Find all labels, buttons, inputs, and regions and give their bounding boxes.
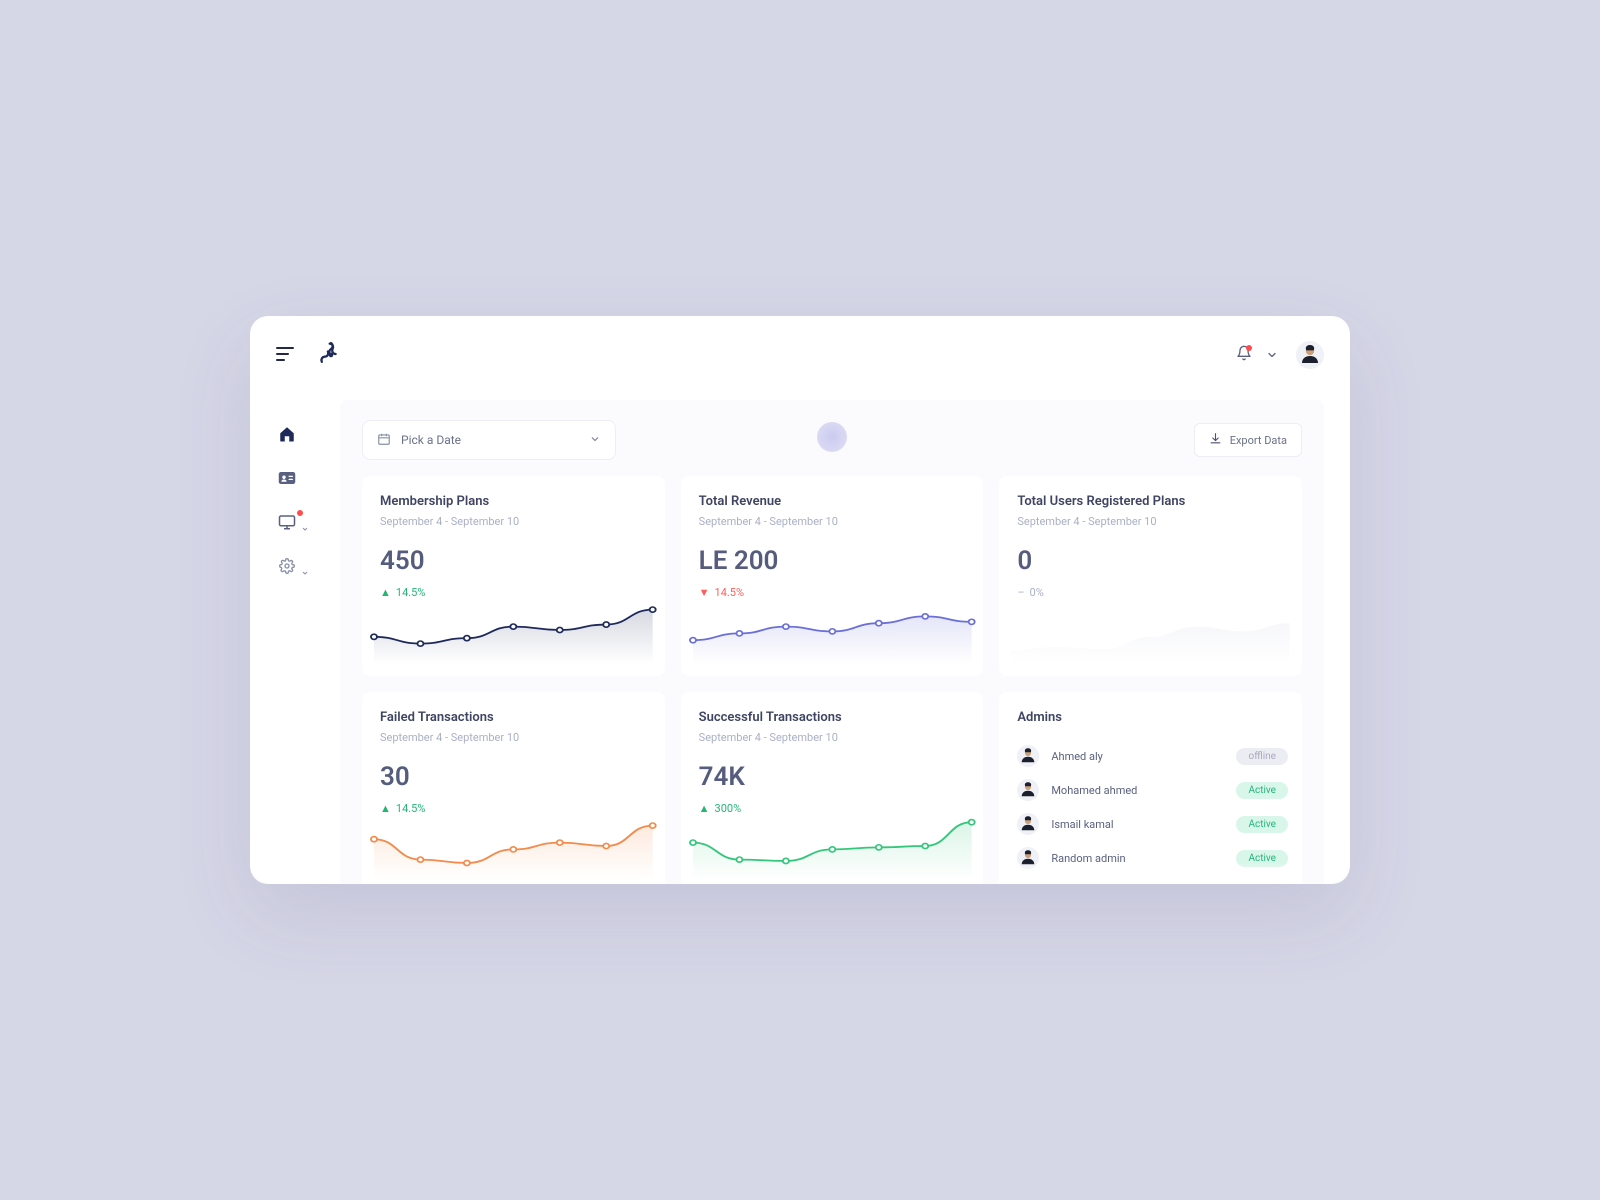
admin-avatar [1017, 847, 1039, 869]
export-button[interactable]: Export Data [1194, 423, 1302, 457]
export-label: Export Data [1230, 434, 1287, 447]
admin-row[interactable]: Ahmed aly offline [1017, 739, 1288, 773]
sidebar-item-settings[interactable] [277, 556, 297, 576]
status-badge: Active [1236, 850, 1288, 867]
card-subtitle: September 4 - September 10 [380, 731, 647, 744]
status-badge: offline [1236, 748, 1288, 765]
admins-list[interactable]: Ahmed aly offline Mohamed ahmed Active I… [1017, 739, 1288, 881]
card-total-revenue: Total Revenue September 4 - September 10… [681, 476, 984, 676]
card-value: 30 [380, 762, 647, 792]
status-badge: Active [1236, 782, 1288, 799]
sparkline-chart [693, 596, 972, 664]
card-subtitle: September 4 - September 10 [699, 731, 966, 744]
admin-avatar [1017, 779, 1039, 801]
sparkline-chart [693, 812, 972, 880]
chevron-down-icon [301, 518, 309, 537]
chevron-down-icon[interactable] [1266, 346, 1278, 365]
card-membership-plans: Membership Plans September 4 - September… [362, 476, 665, 676]
card-successful-transactions: Successful Transactions September 4 - Se… [681, 692, 984, 884]
app-logo [316, 340, 346, 370]
sidebar-item-monitor[interactable] [277, 512, 297, 532]
admin-avatar [1017, 813, 1039, 835]
sidebar [250, 424, 324, 576]
chevron-down-icon [589, 433, 601, 448]
card-value: 0 [1017, 546, 1284, 576]
card-title: Admins [1017, 710, 1288, 725]
user-avatar[interactable] [1296, 341, 1324, 369]
admin-row[interactable]: Random admin Active [1017, 841, 1288, 875]
card-value: 74K [699, 762, 966, 792]
status-badge: Active [1236, 816, 1288, 833]
card-value: LE 200 [699, 546, 966, 576]
download-icon [1209, 432, 1222, 448]
calendar-icon [377, 432, 391, 449]
sparkline-chart [374, 812, 653, 880]
card-failed-transactions: Failed Transactions September 4 - Septem… [362, 692, 665, 884]
sidebar-item-id-card[interactable] [277, 468, 297, 488]
chevron-down-icon [301, 562, 309, 581]
sparkline-chart [1011, 596, 1290, 664]
menu-icon[interactable] [276, 346, 294, 365]
card-subtitle: September 4 - September 10 [1017, 515, 1284, 528]
card-admins: Admins Ahmed aly offline Mohamed ahmed A… [999, 692, 1302, 884]
card-subtitle: September 4 - September 10 [380, 515, 647, 528]
admin-row[interactable]: Mohamed ahmed Active [1017, 773, 1288, 807]
card-total-users-registered: Total Users Registered Plans September 4… [999, 476, 1302, 676]
card-title: Successful Transactions [699, 710, 966, 725]
badge-icon [297, 510, 303, 516]
topbar [250, 316, 1350, 394]
card-subtitle: September 4 - September 10 [699, 515, 966, 528]
card-title: Failed Transactions [380, 710, 647, 725]
content-area: Pick a Date Export Data Membership Plans [340, 400, 1324, 884]
stats-grid: Membership Plans September 4 - September… [362, 476, 1302, 884]
sidebar-item-home[interactable] [277, 424, 297, 444]
card-title: Total Users Registered Plans [1017, 494, 1284, 509]
admin-name: Random admin [1051, 852, 1236, 865]
admin-row[interactable]: Ismail kamal Active [1017, 807, 1288, 841]
loading-indicator [817, 422, 847, 452]
notification-badge [1246, 345, 1252, 351]
date-picker[interactable]: Pick a Date [362, 420, 616, 460]
date-picker-label: Pick a Date [401, 433, 461, 447]
card-value: 450 [380, 546, 647, 576]
admin-avatar [1017, 745, 1039, 767]
card-title: Total Revenue [699, 494, 966, 509]
admin-name: Ahmed aly [1051, 750, 1236, 763]
admin-name: Mohamed ahmed [1051, 784, 1236, 797]
card-title: Membership Plans [380, 494, 647, 509]
admin-name: Ismail kamal [1051, 818, 1236, 831]
notifications-icon[interactable] [1236, 345, 1252, 365]
sparkline-chart [374, 596, 653, 664]
